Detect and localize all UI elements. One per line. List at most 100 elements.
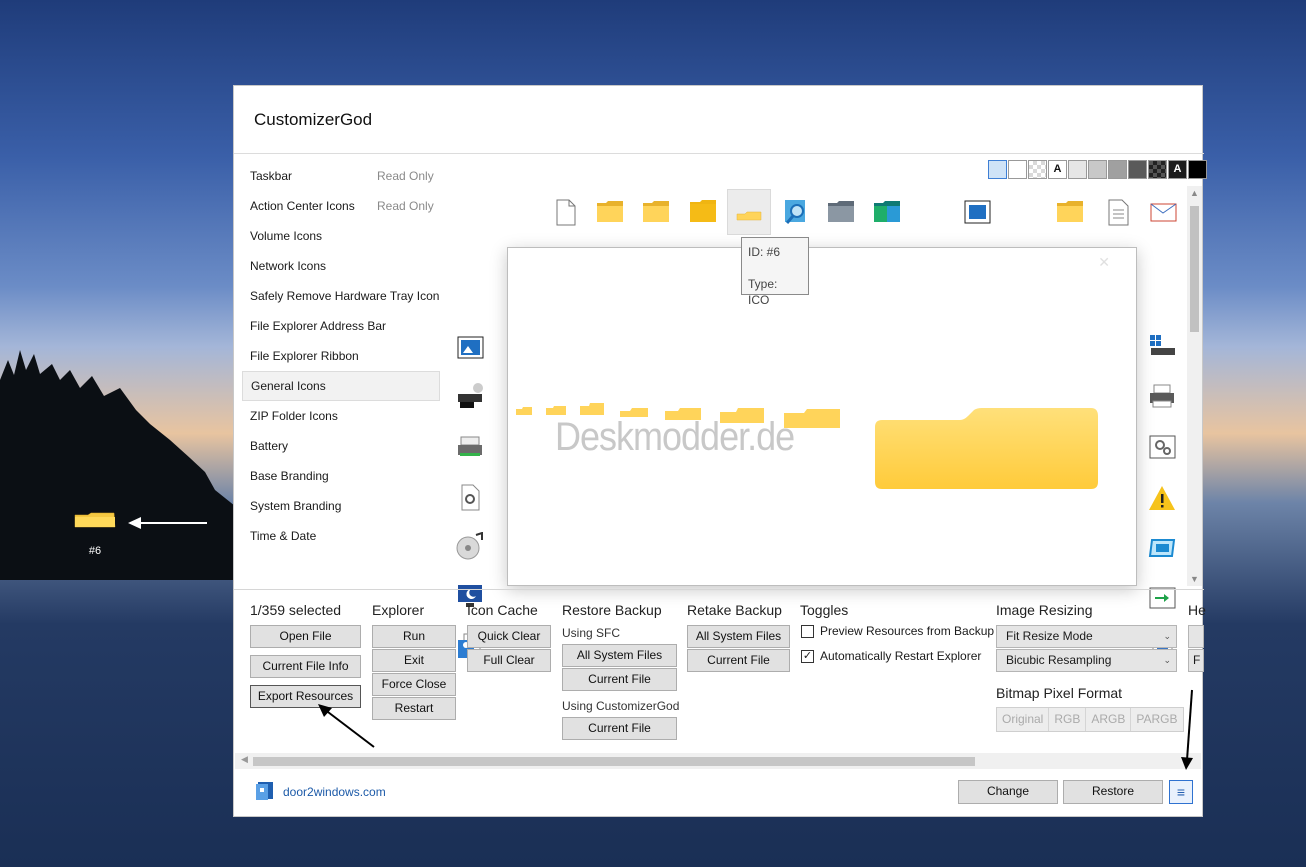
palette-swatch[interactable] (1008, 160, 1027, 179)
tooltip-type: Type: ICO (748, 277, 778, 307)
restore-button[interactable]: Restore (1063, 780, 1163, 804)
icon-grid-scrollbar[interactable]: ▲ ▼ (1187, 186, 1202, 586)
search-document-icon[interactable] (782, 198, 810, 226)
palette-swatch[interactable] (1068, 160, 1087, 179)
desktop-folder-icon[interactable] (74, 512, 116, 528)
current-file-info-button[interactable]: Current File Info (250, 655, 361, 678)
library-folder-icon[interactable] (873, 198, 901, 226)
folder-icon[interactable] (1056, 198, 1084, 226)
bitmap-format-segmented: Original RGB ARGB PARGB (996, 707, 1184, 732)
icon-preview-popup: ✕ Deskmodder.de (507, 247, 1137, 586)
folder-icon[interactable] (642, 198, 670, 226)
palette-swatch-checker-dark[interactable] (1148, 160, 1167, 179)
run-button[interactable]: Run (372, 625, 456, 648)
restore-backup-heading: Restore Backup (562, 602, 662, 618)
music-disc-icon[interactable] (456, 532, 484, 560)
scroll-up-icon[interactable]: ▲ (1190, 188, 1199, 198)
menu-icon[interactable]: ≡ (1169, 780, 1193, 804)
chevron-down-icon: ⌄ (1163, 655, 1171, 665)
close-icon[interactable]: ✕ (1098, 254, 1110, 271)
sidebar-item-address-bar[interactable]: File Explorer Address Bar (242, 311, 440, 341)
folder-small-icon[interactable] (735, 198, 763, 226)
resampling-select[interactable]: Bicubic Resampling ⌄ (996, 649, 1177, 672)
folder-icon[interactable] (596, 198, 624, 226)
retake-all-system-files-button[interactable]: All System Files (687, 625, 790, 648)
palette-swatch-text[interactable]: A (1048, 160, 1067, 179)
auto-restart-explorer-checkbox[interactable]: ✓ Automatically Restart Explorer (801, 649, 981, 663)
scrollbar-thumb[interactable] (1190, 206, 1199, 332)
palette-swatch[interactable] (988, 160, 1007, 179)
bitmap-option-original[interactable]: Original (997, 708, 1050, 731)
sidebar-item-general-icons[interactable]: General Icons (242, 371, 440, 401)
sidebar-item-base-branding[interactable]: Base Branding (242, 461, 440, 491)
computer-drive-icon[interactable] (1148, 332, 1176, 360)
options-horizontal-scrollbar[interactable]: ◀ (235, 753, 1201, 769)
sidebar-item-time-date[interactable]: Time & Date (242, 521, 440, 551)
checkbox-box[interactable] (801, 624, 814, 638)
restore-current-file-button[interactable]: Current File (562, 668, 677, 691)
read-only-badge: Read Only (377, 199, 434, 213)
restore-all-system-files-button[interactable]: All System Files (562, 644, 677, 667)
sidebar-item-taskbar[interactable]: Taskbar Read Only (242, 161, 440, 191)
system-settings-icon[interactable] (1148, 433, 1176, 461)
gray-folder-icon[interactable] (827, 198, 855, 226)
full-clear-button[interactable]: Full Clear (467, 649, 551, 672)
quick-clear-button[interactable]: Quick Clear (467, 625, 551, 648)
open-file-button[interactable]: Open File (250, 625, 361, 648)
blank-file-icon[interactable] (551, 198, 579, 226)
palette-swatch[interactable] (1188, 160, 1207, 179)
dvd-drive-icon[interactable] (456, 382, 484, 410)
text-document-icon[interactable] (1104, 198, 1132, 226)
sidebar-item-explorer-ribbon[interactable]: File Explorer Ribbon (242, 341, 440, 371)
checkbox-checked[interactable]: ✓ (801, 649, 814, 663)
sidebar-item-action-center-icons[interactable]: Action Center Icons Read Only (242, 191, 440, 221)
preview-from-backup-checkbox[interactable]: Preview Resources from Backup (801, 624, 994, 638)
window-icon[interactable] (963, 198, 991, 226)
force-close-button[interactable]: Force Close (372, 673, 456, 696)
using-sfc-label: Using SFC (562, 626, 621, 640)
desktop-icon-label: #6 (88, 545, 102, 557)
palette-swatch[interactable] (1128, 160, 1147, 179)
palette-swatch-checker[interactable] (1028, 160, 1047, 179)
mail-icon[interactable] (1149, 198, 1177, 226)
restore-cg-current-file-button[interactable]: Current File (562, 717, 677, 740)
bitmap-format-heading: Bitmap Pixel Format (996, 685, 1123, 701)
treeline-silhouette (0, 350, 240, 580)
screen-icon[interactable] (1148, 534, 1176, 562)
arrow-to-menu-button (1181, 689, 1193, 770)
sidebar-item-network-icons[interactable]: Network Icons (242, 251, 440, 281)
settings-file-icon[interactable] (456, 483, 484, 511)
truncated-select[interactable]: F (1188, 649, 1204, 672)
restart-button[interactable]: Restart (372, 697, 456, 720)
scroll-down-icon[interactable]: ▼ (1190, 574, 1199, 584)
door2windows-logo-icon (256, 782, 273, 800)
folder-icon[interactable] (689, 198, 717, 226)
warning-icon[interactable] (1148, 484, 1176, 512)
palette-swatch-text-dark[interactable]: A (1168, 160, 1187, 179)
sidebar-item-zip-folder-icons[interactable]: ZIP Folder Icons (242, 401, 440, 431)
scrollbar-thumb[interactable] (253, 757, 975, 766)
change-button[interactable]: Change (958, 780, 1058, 804)
bitmap-option-pargb[interactable]: PARGB (1131, 708, 1183, 731)
palette-swatch[interactable] (1088, 160, 1107, 179)
truncated-select[interactable] (1188, 625, 1204, 648)
scroll-left-icon[interactable]: ◀ (241, 754, 248, 765)
read-only-badge: Read Only (377, 169, 434, 183)
printer-icon[interactable] (456, 434, 484, 462)
sidebar-item-system-branding[interactable]: System Branding (242, 491, 440, 521)
bitmap-option-argb[interactable]: ARGB (1086, 708, 1132, 731)
sidebar-item-safely-remove-hardware[interactable]: Safely Remove Hardware Tray Icon (242, 281, 440, 311)
door2windows-link[interactable]: door2windows.com (283, 785, 386, 799)
tooltip-id: ID: #6 (748, 245, 781, 259)
picture-icon[interactable] (456, 334, 484, 362)
sidebar-item-volume-icons[interactable]: Volume Icons (242, 221, 440, 251)
resize-mode-select[interactable]: Fit Resize Mode ⌄ (996, 625, 1177, 648)
retake-current-file-button[interactable]: Current File (687, 649, 790, 672)
printer-icon[interactable] (1148, 382, 1176, 410)
exit-button[interactable]: Exit (372, 649, 456, 672)
sidebar-item-battery[interactable]: Battery (242, 431, 440, 461)
explorer-heading: Explorer (372, 602, 425, 618)
chevron-down-icon: ⌄ (1163, 631, 1171, 641)
palette-swatch[interactable] (1108, 160, 1127, 179)
bitmap-option-rgb[interactable]: RGB (1049, 708, 1087, 731)
